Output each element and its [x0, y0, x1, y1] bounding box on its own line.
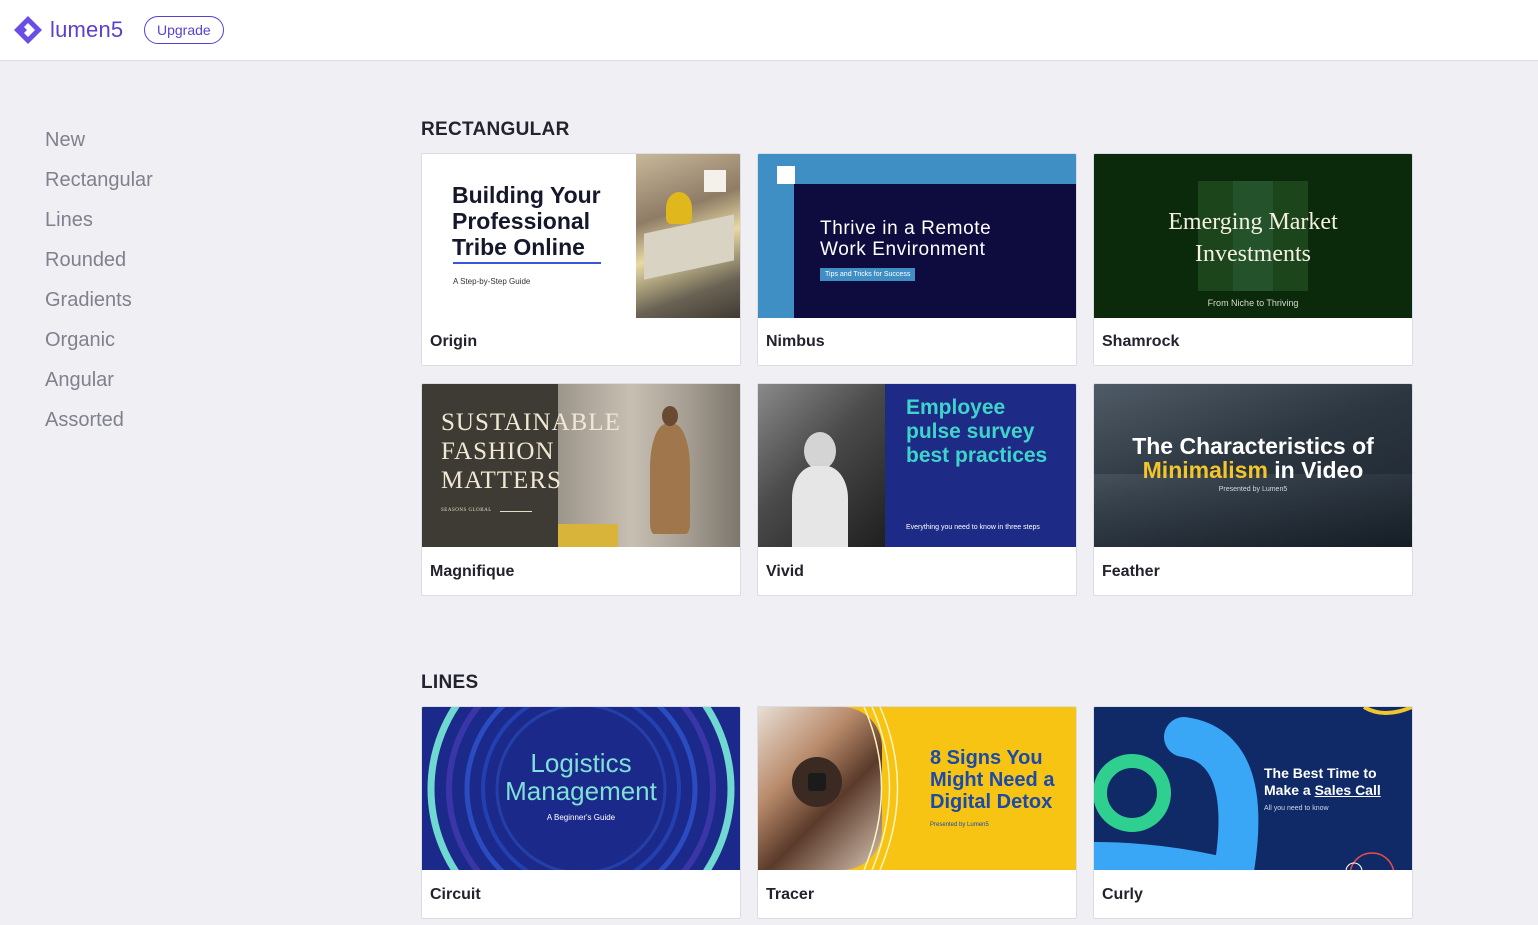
thumb-subtitle: Presented by Lumen5 — [930, 822, 989, 828]
template-thumbnail: Emerging Market Investments From Niche t… — [1094, 154, 1412, 318]
template-card-nimbus[interactable]: Thrive in a Remote Work Environment Tips… — [757, 153, 1077, 366]
template-name: Magnifique — [430, 563, 515, 580]
template-thumbnail: Employee pulse survey best practices Eve… — [758, 384, 1076, 547]
sidebar-item-assorted[interactable]: Assorted — [45, 406, 153, 446]
top-bar: lumen5 Upgrade — [0, 0, 1538, 61]
office-photo — [636, 154, 740, 318]
thumb-subtitle: Everything you need to know in three ste… — [906, 524, 1040, 531]
template-thumbnail: The Characteristics of Minimalism in Vid… — [1094, 384, 1412, 547]
template-name: Curly — [1102, 886, 1143, 903]
logo-text: lumen5 — [50, 17, 124, 42]
sidebar-item-rounded[interactable]: Rounded — [45, 246, 153, 286]
upgrade-button[interactable]: Upgrade — [144, 16, 224, 44]
template-card-tracer[interactable]: 8 Signs You Might Need a Digital Detox P… — [757, 706, 1077, 919]
template-card-vivid[interactable]: Employee pulse survey best practices Eve… — [757, 383, 1077, 596]
template-thumbnail: 8 Signs You Might Need a Digital Detox P… — [758, 707, 1076, 870]
thumb-title: 8 Signs You Might Need a Digital Detox — [930, 747, 1055, 813]
sidebar-item-angular[interactable]: Angular — [45, 366, 153, 406]
thumb-title: The Best Time to Make a Sales Call — [1264, 765, 1381, 798]
thumb-subtitle: From Niche to Thriving — [1207, 298, 1299, 308]
template-thumbnail: Logistics Management A Beginner's Guide — [422, 707, 740, 870]
template-name: Vivid — [766, 563, 804, 580]
thumb-subtitle: Presented by Lumen5 — [1218, 486, 1288, 493]
sidebar-item-gradients[interactable]: Gradients — [45, 286, 153, 326]
thumb-decorative-lines — [863, 707, 899, 870]
thumb-subtitle: A Beginner's Guide — [546, 813, 616, 822]
thumb-subtitle: SEASONS GLOBAL — [441, 508, 492, 513]
template-thumbnail: The Best Time to Make a Sales Call All y… — [1094, 707, 1412, 870]
section-title-lines: LINES — [421, 672, 479, 693]
template-name: Feather — [1102, 563, 1160, 580]
lumen5-logo[interactable]: lumen5 — [12, 14, 123, 46]
lumen5-logo-icon — [14, 16, 42, 44]
template-card-feather[interactable]: The Characteristics of Minimalism in Vid… — [1093, 383, 1413, 596]
template-card-circuit[interactable]: Logistics Management A Beginner's Guide … — [421, 706, 741, 919]
sidebar-item-new[interactable]: New — [45, 126, 153, 166]
template-name: Nimbus — [766, 333, 825, 350]
thumb-title: Employee pulse survey best practices — [906, 396, 1048, 467]
sidebar-item-organic[interactable]: Organic — [45, 326, 153, 366]
thumb-subtitle: All you need to know — [1264, 805, 1329, 812]
thumb-title: The Characteristics of Minimalism in Vid… — [1132, 433, 1374, 483]
template-name: Tracer — [766, 886, 815, 903]
template-category-sidebar: New Rectangular Lines Rounded Gradients … — [45, 126, 153, 446]
template-card-shamrock[interactable]: Emerging Market Investments From Niche t… — [1093, 153, 1413, 366]
section-title-rectangular: RECTANGULAR — [421, 119, 570, 140]
template-thumbnail: SUSTAINABLE FASHION MATTERS SEASONS GLOB… — [422, 384, 740, 547]
thumb-underline — [453, 262, 601, 264]
thumb-subtitle: A Step-by-Step Guide — [453, 277, 531, 286]
template-name: Origin — [430, 333, 478, 350]
sidebar-item-lines[interactable]: Lines — [45, 206, 153, 246]
portrait-photo — [758, 384, 885, 547]
template-card-origin[interactable]: Building Your Professional Tribe Online … — [421, 153, 741, 366]
template-thumbnail: Building Your Professional Tribe Online … — [422, 154, 740, 318]
template-name: Circuit — [430, 886, 481, 903]
thumb-title: Building Your Professional Tribe Online — [452, 182, 601, 260]
template-card-magnifique[interactable]: SUSTAINABLE FASHION MATTERS SEASONS GLOB… — [421, 383, 741, 596]
sidebar-item-rectangular[interactable]: Rectangular — [45, 166, 153, 206]
thumb-subtitle: Tips and Tricks for Success — [820, 268, 916, 281]
thumb-title: Logistics Management — [505, 748, 657, 806]
template-name: Shamrock — [1102, 333, 1180, 350]
thumb-title: Thrive in a Remote Work Environment — [820, 218, 992, 260]
template-card-curly[interactable]: The Best Time to Make a Sales Call All y… — [1093, 706, 1413, 919]
thumb-title: Emerging Market Investments — [1168, 209, 1338, 267]
thumb-title: SUSTAINABLE FASHION MATTERS — [441, 409, 621, 494]
template-thumbnail: Thrive in a Remote Work Environment Tips… — [758, 154, 1076, 318]
